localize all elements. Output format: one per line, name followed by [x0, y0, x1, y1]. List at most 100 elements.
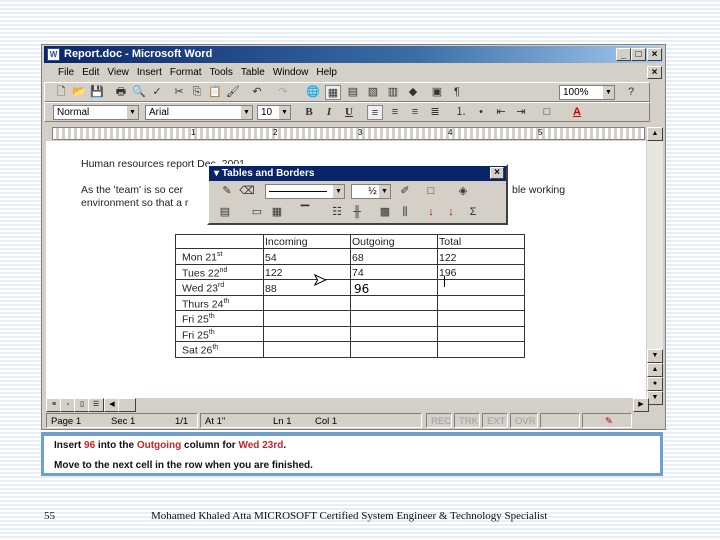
total-cell[interactable]	[437, 341, 525, 358]
font-select[interactable]: Arial ▼	[145, 105, 253, 120]
show-hide-icon[interactable]: ¶	[449, 85, 465, 100]
header-cell[interactable]: Incoming	[263, 234, 351, 249]
total-cell[interactable]: 196	[437, 263, 525, 280]
out-cell[interactable]	[350, 325, 438, 342]
day-cell[interactable]: Wed 23rd	[175, 279, 264, 296]
trk-indicator[interactable]: TRK	[454, 413, 480, 428]
align-top-icon[interactable]: ▔	[297, 205, 313, 220]
cut-icon[interactable]: ✂	[171, 85, 187, 100]
in-cell[interactable]: 122	[263, 263, 351, 280]
undo-icon[interactable]: ↶	[249, 85, 265, 100]
in-cell[interactable]	[263, 310, 351, 327]
decrease-indent-icon[interactable]: ⇤	[493, 105, 509, 120]
day-cell[interactable]: Fri 25th	[175, 325, 264, 342]
day-cell[interactable]: Sat 26th	[175, 341, 264, 358]
spelling-icon[interactable]: ✓	[149, 85, 165, 100]
ext-indicator[interactable]: EXT	[482, 413, 508, 428]
insert-table-icon[interactable]: ▤	[345, 85, 361, 100]
header-cell[interactable]	[175, 234, 264, 249]
menu-format[interactable]: Format	[166, 64, 206, 82]
italic-button[interactable]: I	[321, 105, 337, 120]
copy-icon[interactable]: ⎘	[189, 85, 205, 100]
scroll-right-icon[interactable]: ▶	[633, 398, 649, 412]
spelling-status-icon[interactable]: ✎	[582, 413, 632, 428]
total-cell[interactable]: 122	[437, 248, 525, 265]
menu-window[interactable]: Window	[269, 64, 313, 82]
doc-close-button[interactable]: ×	[647, 66, 662, 79]
total-cell[interactable]	[437, 325, 525, 342]
minimize-button[interactable]: _	[616, 48, 631, 61]
bold-button[interactable]: B	[301, 105, 317, 120]
prev-page-icon[interactable]: ▲	[647, 363, 663, 377]
print-icon[interactable]: 🖶	[113, 85, 129, 100]
menu-help[interactable]: Help	[312, 64, 341, 82]
horizontal-scrollbar[interactable]: ≡ ▫ ▯ ☰ ◀ ▶	[46, 398, 663, 412]
hyperlink-icon[interactable]: 🌐	[305, 85, 321, 100]
rec-indicator[interactable]: REC	[426, 413, 452, 428]
border-color-icon[interactable]: ✐	[397, 184, 413, 199]
outside-border-icon[interactable]: □	[423, 184, 439, 199]
shading-color-icon[interactable]: ◈	[455, 184, 471, 199]
format-painter-icon[interactable]: 🖌	[225, 85, 241, 100]
menu-view[interactable]: View	[103, 64, 133, 82]
print-preview-icon[interactable]: 🔍	[131, 85, 147, 100]
line-style-select[interactable]: ▼	[265, 184, 345, 199]
draw-table-icon[interactable]: ✎	[219, 184, 235, 199]
style-select[interactable]: Normal ▼	[53, 105, 139, 120]
sort-ascending-icon[interactable]: ↓	[423, 205, 439, 220]
maximize-button[interactable]: □	[631, 48, 646, 61]
out-cell[interactable]	[350, 341, 438, 358]
increase-indent-icon[interactable]: ⇥	[513, 105, 529, 120]
distribute-columns-icon[interactable]: ╫	[349, 205, 365, 220]
in-cell[interactable]: 88	[263, 279, 351, 296]
align-left-icon[interactable]: ≡	[367, 105, 383, 120]
menu-table[interactable]: Table	[237, 64, 269, 82]
total-cell[interactable]	[437, 310, 525, 327]
outline-view-icon[interactable]: ☰	[88, 398, 104, 412]
autosum-icon[interactable]: Σ	[465, 205, 481, 220]
in-cell[interactable]	[263, 294, 351, 311]
close-button[interactable]: ×	[647, 48, 662, 61]
scroll-thumb[interactable]	[118, 398, 136, 412]
open-icon[interactable]: 📂	[71, 85, 87, 100]
eraser-icon[interactable]: ⌫	[239, 184, 255, 199]
out-cell[interactable]: 74	[350, 263, 438, 280]
underline-button[interactable]: U	[341, 105, 357, 120]
header-cell[interactable]: Total	[437, 234, 525, 249]
menu-file[interactable]: File	[54, 64, 78, 82]
out-cell[interactable]: 96	[350, 279, 438, 296]
document-map-icon[interactable]: ▣	[429, 85, 445, 100]
numbering-icon[interactable]: ⒈	[453, 105, 469, 120]
out-cell[interactable]: 68	[350, 248, 438, 265]
align-center-icon[interactable]: ≡	[387, 105, 403, 120]
in-cell[interactable]	[263, 325, 351, 342]
menu-edit[interactable]: Edit	[78, 64, 103, 82]
save-icon[interactable]: 💾	[89, 85, 105, 100]
merge-cells-icon[interactable]: ▭	[249, 205, 265, 220]
close-toolbar-button[interactable]: ×	[490, 167, 504, 179]
day-cell[interactable]: Thurs 24th	[175, 294, 264, 311]
align-right-icon[interactable]: ≡	[407, 105, 423, 120]
font-size-select[interactable]: 10 ▼	[257, 105, 291, 120]
sort-descending-icon[interactable]: ↓	[443, 205, 459, 220]
total-cell[interactable]	[437, 294, 525, 311]
total-cell[interactable]	[437, 279, 525, 296]
in-cell[interactable]: 54	[263, 248, 351, 265]
header-cell[interactable]: Outgoing	[350, 234, 438, 249]
day-cell[interactable]: Fri 25th	[175, 310, 264, 327]
day-cell[interactable]: Mon 21st	[175, 248, 264, 265]
tables-borders-icon[interactable]: ▦	[325, 85, 341, 100]
justify-icon[interactable]: ≣	[427, 105, 443, 120]
insert-excel-icon[interactable]: ▧	[365, 85, 381, 100]
out-cell[interactable]	[350, 294, 438, 311]
day-cell[interactable]: Tues 22nd	[175, 263, 264, 280]
vertical-scrollbar[interactable]: ▲ ▼ ▲ ● ▼	[647, 127, 663, 405]
line-weight-select[interactable]: ½ ▼	[351, 184, 391, 199]
select-browse-icon[interactable]: ●	[647, 377, 663, 391]
toolbar-title-bar[interactable]: ▾ Tables and Borders ×	[209, 166, 506, 181]
scroll-down-icon[interactable]: ▼	[647, 349, 663, 363]
out-cell[interactable]	[350, 310, 438, 327]
ruler[interactable]: 1 2 3 4 5	[52, 127, 645, 140]
new-icon[interactable]: 🗋	[53, 85, 69, 100]
tables-and-borders-toolbar[interactable]: ▾ Tables and Borders × ✎ ⌫ ▼ ½ ▼ ✐ □ ◈ ▤ …	[207, 164, 508, 225]
